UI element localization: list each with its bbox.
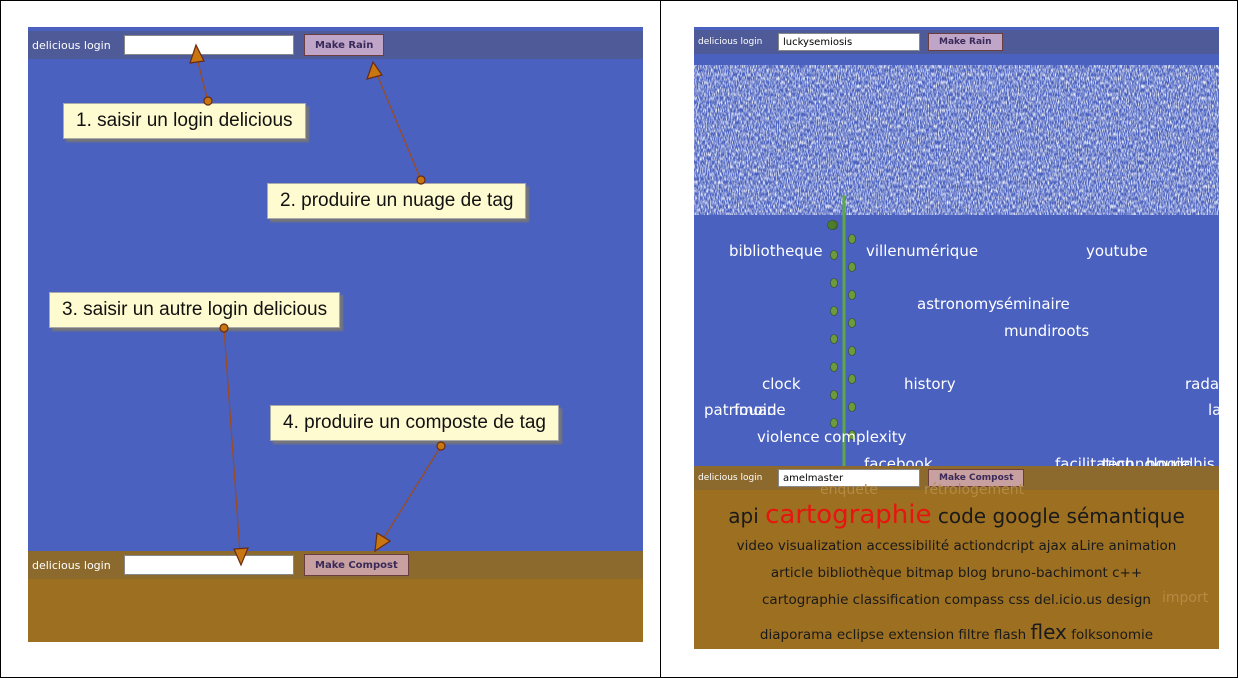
right-screenshot: delicious login Make Rain biblio: [694, 27, 1219, 649]
login-label: delicious login: [32, 38, 111, 52]
make-rain-button[interactable]: Make Rain: [304, 34, 385, 56]
compost-tag[interactable]: google: [992, 504, 1060, 528]
compost-tag[interactable]: compass: [944, 592, 1004, 608]
compost-tag[interactable]: blog: [958, 565, 987, 581]
compost-tag[interactable]: design: [1106, 592, 1151, 608]
left-top-bar: delicious login Make Rain: [28, 31, 643, 59]
make-compost-button[interactable]: Make Compost: [304, 554, 409, 576]
rain-tag[interactable]: la: [1208, 401, 1219, 419]
faded-compost-tag: rétrologement: [924, 482, 1025, 498]
rain-tag[interactable]: bibliotheque: [729, 242, 823, 260]
compost-tag[interactable]: cartographie: [762, 592, 848, 608]
compost-field: enquete rétrologement import api cartogr…: [694, 482, 1219, 649]
compost-tag[interactable]: c++: [1112, 565, 1142, 581]
compost-tag[interactable]: bruno-bachimont: [991, 565, 1107, 581]
compost-line-4: cartographie classification compass css …: [694, 592, 1219, 608]
rain-tag[interactable]: complexity: [824, 428, 907, 446]
compost-tag[interactable]: filtre: [958, 627, 989, 643]
compost-tag[interactable]: bibliothèque: [817, 565, 901, 581]
login-input[interactable]: [778, 33, 920, 51]
rain-tag[interactable]: mundiroots: [1004, 322, 1089, 340]
tag-rain-noise: [694, 57, 1219, 227]
compost-field: [28, 579, 643, 642]
compost-tag[interactable]: aLire: [1071, 538, 1104, 554]
compost-line-1: api cartographie code google sémantique: [694, 500, 1219, 530]
compost-line-3: article bibliothèque bitmap blog bruno-b…: [694, 565, 1219, 581]
rain-tag[interactable]: rada: [1185, 375, 1219, 393]
compost-tag[interactable]: flex: [1031, 620, 1067, 644]
login-label: delicious login: [698, 473, 763, 483]
compost-tag[interactable]: article: [771, 565, 813, 581]
compost-tag[interactable]: extension: [888, 627, 954, 643]
compost-tag[interactable]: accessibilité: [866, 538, 949, 554]
left-bottom-bar: delicious login Make Compost: [28, 551, 643, 579]
callout-step-4: 4. produire un composte de tag: [270, 405, 560, 441]
compost-tag[interactable]: ajax: [1038, 538, 1066, 554]
compost-tag[interactable]: classification: [853, 592, 940, 608]
rain-tag[interactable]: astronomy: [917, 295, 997, 313]
compost-tag[interactable]: del.icio.us: [1034, 592, 1102, 608]
callout-step-2: 2. produire un nuage de tag: [267, 183, 527, 219]
compost-tag[interactable]: diaporama: [760, 627, 833, 643]
login-input[interactable]: [124, 35, 294, 55]
compost-tag[interactable]: animation: [1108, 538, 1176, 554]
compost-tag[interactable]: sémantique: [1067, 504, 1185, 528]
make-rain-button[interactable]: Make Rain: [928, 33, 1003, 51]
compost-tag[interactable]: eclipse: [837, 627, 884, 643]
compost-tag[interactable]: api: [728, 504, 759, 528]
compost-line-5: diaporama eclipse extension filtre flash…: [694, 620, 1219, 644]
compost-tag[interactable]: css: [1008, 592, 1030, 608]
login-label: delicious login: [698, 37, 763, 47]
login-label: delicious login: [32, 558, 111, 572]
compost-tag[interactable]: visualization: [778, 538, 862, 554]
rain-tag[interactable]: violence: [757, 428, 820, 446]
faded-compost-tag: enquete: [820, 482, 878, 498]
compost-tag[interactable]: actiondcript: [953, 538, 1034, 554]
compost-tag[interactable]: folksonomie: [1071, 627, 1153, 643]
rain-tag[interactable]: séminaire: [996, 295, 1070, 313]
rain-tag[interactable]: villenumérique: [866, 242, 978, 260]
rain-tag[interactable]: clock: [762, 375, 801, 393]
compost-tag[interactable]: code: [938, 504, 986, 528]
callout-step-1: 1. saisir un login delicious: [63, 103, 306, 139]
right-top-bar: delicious login Make Rain: [694, 30, 1219, 54]
compost-tag[interactable]: bitmap: [906, 565, 954, 581]
rain-tag[interactable]: fouad: [734, 401, 777, 419]
rain-tag[interactable]: youtube: [1086, 242, 1148, 260]
compost-tag-highlight[interactable]: cartographie: [765, 500, 931, 530]
compost-tag[interactable]: video: [737, 538, 774, 554]
callout-step-3: 3. saisir un autre login delicious: [49, 292, 341, 328]
compost-line-2: video visualization accessibilité action…: [694, 538, 1219, 554]
compost-tag[interactable]: flash: [994, 627, 1026, 643]
rain-tag[interactable]: history: [904, 375, 956, 393]
login-input[interactable]: [124, 555, 294, 575]
